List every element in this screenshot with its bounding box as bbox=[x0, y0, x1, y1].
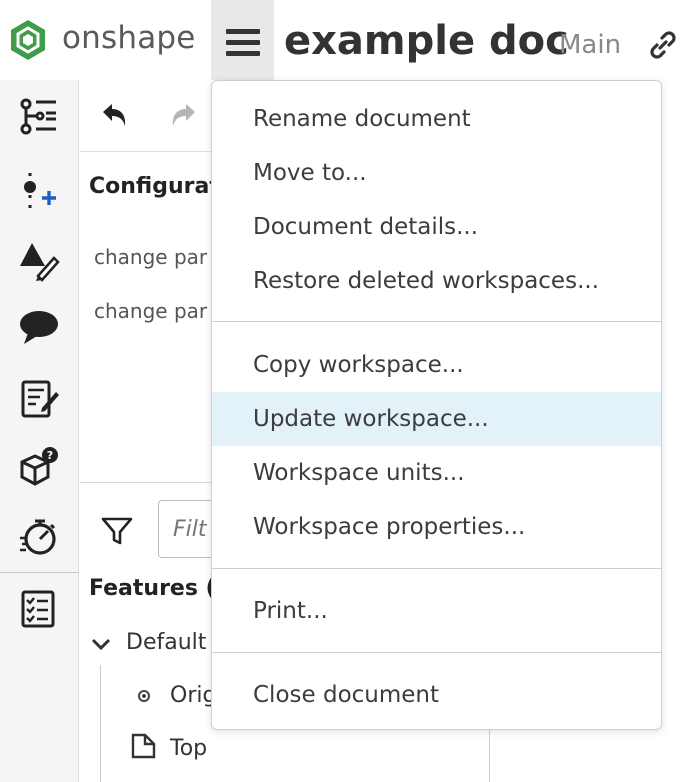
checklist-icon[interactable] bbox=[18, 588, 60, 630]
left-sidebar: ? bbox=[0, 80, 79, 782]
origin-icon bbox=[138, 690, 150, 702]
change-row[interactable]: change par bbox=[94, 245, 207, 269]
feature-list-icon[interactable] bbox=[18, 96, 60, 138]
menu-item-update-workspace[interactable]: Update workspace... bbox=[212, 392, 661, 446]
menu-item-workspace-units[interactable]: Workspace units... bbox=[212, 446, 661, 500]
brand-name: onshape bbox=[62, 20, 196, 56]
redo-icon[interactable] bbox=[168, 100, 200, 132]
plane-icon bbox=[131, 733, 156, 759]
menu-item-document-details[interactable]: Document details... bbox=[212, 200, 661, 254]
features-title: Features ( bbox=[89, 576, 216, 601]
filter-icon[interactable] bbox=[100, 514, 134, 548]
document-menu: Rename document Move to... Document deta… bbox=[211, 80, 662, 730]
appearance-icon[interactable] bbox=[18, 240, 60, 282]
undo-icon[interactable] bbox=[98, 100, 130, 132]
hamburger-icon-bar bbox=[226, 40, 260, 45]
hamburger-icon-bar bbox=[226, 51, 260, 56]
comments-icon[interactable] bbox=[18, 306, 60, 348]
chevron-down-icon[interactable] bbox=[90, 633, 112, 655]
menu-item-workspace-properties[interactable]: Workspace properties... bbox=[212, 500, 661, 554]
change-row[interactable]: change par bbox=[94, 299, 207, 323]
workspace-branch-label[interactable]: Main bbox=[559, 30, 621, 60]
menu-item-close-document[interactable]: Close document bbox=[212, 668, 661, 722]
parts-query-icon[interactable]: ? bbox=[18, 446, 60, 488]
onshape-logo-icon[interactable] bbox=[8, 18, 48, 62]
hamburger-icon bbox=[226, 29, 260, 34]
menu-separator bbox=[212, 652, 661, 653]
document-title[interactable]: example doc bbox=[284, 18, 569, 64]
menu-item-move-to[interactable]: Move to... bbox=[212, 146, 661, 200]
svg-text:?: ? bbox=[47, 449, 53, 462]
link-icon[interactable] bbox=[646, 28, 680, 62]
menu-item-print[interactable]: Print... bbox=[212, 584, 661, 638]
configurations-title: Configurat bbox=[89, 174, 220, 199]
insert-part-icon[interactable] bbox=[18, 170, 60, 212]
menu-item-copy-workspace[interactable]: Copy workspace... bbox=[212, 338, 661, 392]
top-bar: onshape example doc Main bbox=[0, 0, 690, 82]
sidebar-divider bbox=[0, 572, 79, 573]
menu-separator bbox=[212, 568, 661, 569]
menu-item-restore-deleted-workspaces[interactable]: Restore deleted workspaces... bbox=[212, 254, 661, 308]
menu-item-rename-document[interactable]: Rename document bbox=[212, 92, 661, 146]
rollback-timer-icon[interactable] bbox=[18, 516, 60, 558]
notes-icon[interactable] bbox=[18, 378, 60, 420]
default-geometry-label[interactable]: Default bbox=[126, 630, 206, 655]
tree-line bbox=[100, 665, 101, 782]
top-plane-label[interactable]: Top bbox=[170, 736, 207, 761]
menu-separator bbox=[212, 321, 661, 322]
document-menu-button[interactable] bbox=[211, 0, 274, 82]
